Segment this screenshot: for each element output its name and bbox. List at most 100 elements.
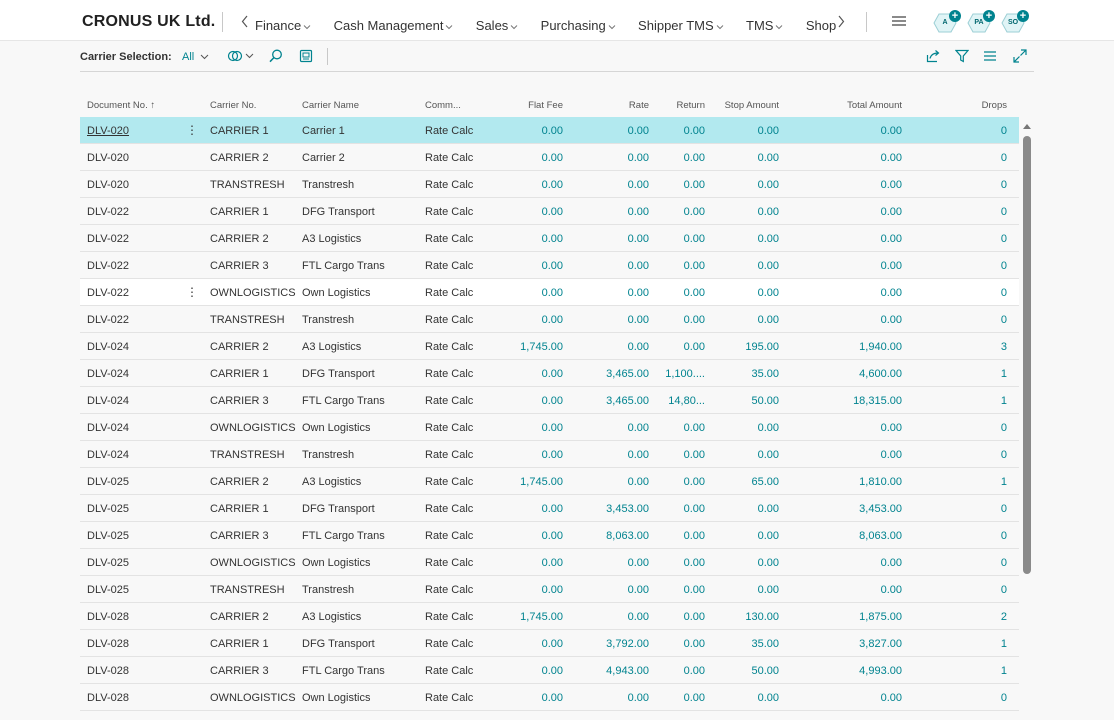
column-header-total-amount[interactable]: Total Amount bbox=[800, 100, 902, 111]
cell-carrier-name: DFG Transport bbox=[302, 638, 375, 650]
cell-total-amount: 0.00 bbox=[880, 179, 902, 191]
cell-document-no[interactable]: DLV-020 bbox=[87, 125, 129, 137]
toolbar-divider-line bbox=[80, 71, 1034, 72]
table-row[interactable]: DLV-024 CARRIER 2 A3 Logistics Rate Calc 1,7… bbox=[80, 333, 1019, 360]
cell-document-no[interactable]: DLV-025 bbox=[87, 503, 129, 515]
nav-item-finance[interactable]: Finance bbox=[255, 18, 311, 33]
cell-document-no[interactable]: DLV-024 bbox=[87, 422, 129, 434]
cell-document-no[interactable]: DLV-022 bbox=[87, 260, 129, 272]
nav-scroll-left-icon[interactable] bbox=[241, 15, 249, 28]
cell-stop-amount: 35.00 bbox=[751, 368, 779, 380]
column-header-comm[interactable]: Comm... bbox=[425, 100, 461, 111]
cell-document-no[interactable]: DLV-024 bbox=[87, 341, 129, 353]
table-row[interactable]: DLV-022 CARRIER 3 FTL Cargo Trans Rate Calc… bbox=[80, 252, 1019, 279]
column-header-carrier-name[interactable]: Carrier Name bbox=[302, 100, 359, 111]
column-header-drops[interactable]: Drops bbox=[960, 100, 1007, 111]
table-row[interactable]: DLV-024 OWNLOGISTICS Own Logistics Rate Cal… bbox=[80, 414, 1019, 441]
column-header-rate[interactable]: Rate bbox=[578, 100, 649, 111]
scroll-up-arrow-icon[interactable] bbox=[1022, 122, 1032, 130]
cell-carrier-no: CARRIER 3 bbox=[210, 530, 269, 542]
vertical-scrollbar-thumb[interactable] bbox=[1023, 136, 1031, 574]
company-name[interactable]: CRONUS UK Ltd. bbox=[82, 13, 215, 31]
table-row[interactable]: DLV-024 CARRIER 3 FTL Cargo Trans Rate Calc… bbox=[80, 387, 1019, 414]
cell-flat-fee: 0.00 bbox=[541, 233, 563, 245]
plus-icon: + bbox=[983, 10, 995, 22]
cell-carrier-no: CARRIER 3 bbox=[210, 665, 269, 677]
nav-item-shopify[interactable]: Shopify bbox=[806, 18, 837, 33]
table-row[interactable]: DLV-024 TRANSTRESH Transtresh Rate Calc 0.00… bbox=[80, 441, 1019, 468]
hamburger-menu-icon[interactable] bbox=[892, 16, 906, 26]
show-as-list-icon[interactable] bbox=[299, 49, 313, 63]
carrier-rates-table: Document No. ↑ Carrier No. Carrier Name … bbox=[80, 92, 1019, 711]
table-row[interactable]: DLV-020 TRANSTRESH Transtresh Rate Calc 0.00… bbox=[80, 171, 1019, 198]
nav-item-purchasing[interactable]: Purchasing bbox=[541, 18, 616, 33]
cell-document-no[interactable]: DLV-028 bbox=[87, 692, 129, 704]
nav-item-sales[interactable]: Sales bbox=[476, 18, 519, 33]
user-avatar-a[interactable]: A + bbox=[933, 10, 961, 33]
share-icon[interactable] bbox=[926, 49, 940, 63]
carrier-selection-dropdown[interactable]: All bbox=[182, 51, 209, 63]
table-row[interactable]: DLV-022 OWNLOGISTICS Own Logistics Rate Cal… bbox=[80, 279, 1019, 306]
filter-icon[interactable] bbox=[955, 49, 969, 63]
column-header-flat-fee[interactable]: Flat Fee bbox=[492, 100, 563, 111]
cell-document-no[interactable]: DLV-022 bbox=[87, 287, 129, 299]
cell-drops: 1 bbox=[1000, 665, 1007, 677]
cell-drops: 0 bbox=[1000, 314, 1007, 326]
table-row[interactable]: DLV-020 CARRIER 2 Carrier 2 Rate Calc 0.00 0.… bbox=[80, 144, 1019, 171]
search-icon[interactable] bbox=[269, 49, 283, 63]
cell-drops: 0 bbox=[1000, 692, 1007, 704]
cell-carrier-name: A3 Logistics bbox=[302, 341, 362, 353]
cell-document-no[interactable]: DLV-020 bbox=[87, 152, 129, 164]
cell-document-no[interactable]: DLV-025 bbox=[87, 530, 129, 542]
cell-document-no[interactable]: DLV-024 bbox=[87, 368, 129, 380]
plus-icon: + bbox=[949, 10, 961, 22]
table-row[interactable]: DLV-025 CARRIER 3 FTL Cargo Trans Rate Calc… bbox=[80, 522, 1019, 549]
cell-document-no[interactable]: DLV-024 bbox=[87, 449, 129, 461]
table-row[interactable]: DLV-025 CARRIER 1 DFG Transport Rate Calc 0.… bbox=[80, 495, 1019, 522]
table-row[interactable]: DLV-022 CARRIER 1 DFG Transport Rate Calc 0.… bbox=[80, 198, 1019, 225]
cell-document-no[interactable]: DLV-024 bbox=[87, 395, 129, 407]
table-row[interactable]: DLV-028 CARRIER 2 A3 Logistics Rate Calc 1,7… bbox=[80, 603, 1019, 630]
table-row[interactable]: DLV-028 OWNLOGISTICS Own Logistics Rate Cal… bbox=[80, 684, 1019, 711]
cell-document-no[interactable]: DLV-020 bbox=[87, 179, 129, 191]
table-row[interactable]: DLV-020 CARRIER 1 Carrier 1 Rate Calc 0.00 0.… bbox=[80, 117, 1019, 144]
chevron-down-icon bbox=[200, 54, 209, 60]
nav-scroll-right-icon[interactable] bbox=[837, 15, 845, 28]
cell-document-no[interactable]: DLV-028 bbox=[87, 665, 129, 677]
cell-document-no[interactable]: DLV-022 bbox=[87, 314, 129, 326]
cell-carrier-name: Own Logistics bbox=[302, 557, 371, 569]
nav-item-cash-management[interactable]: Cash Management bbox=[334, 18, 454, 33]
cell-document-no[interactable]: DLV-028 bbox=[87, 638, 129, 650]
nav-item-tms[interactable]: TMS bbox=[746, 18, 783, 33]
cell-document-no[interactable]: DLV-028 bbox=[87, 611, 129, 623]
cell-document-no[interactable]: DLV-025 bbox=[87, 584, 129, 596]
cell-drops: 0 bbox=[1000, 152, 1007, 164]
cell-total-amount: 18,315.00 bbox=[853, 395, 902, 407]
column-header-carrier-no[interactable]: Carrier No. bbox=[210, 100, 256, 111]
row-actions-ellipsis-icon[interactable]: ⋮ bbox=[186, 123, 198, 137]
multi-select-icon[interactable] bbox=[227, 49, 255, 63]
column-header-document-no[interactable]: Document No. ↑ bbox=[87, 100, 155, 111]
table-row[interactable]: DLV-022 TRANSTRESH Transtresh Rate Calc 0.00… bbox=[80, 306, 1019, 333]
expand-icon[interactable] bbox=[1013, 49, 1027, 63]
table-row[interactable]: DLV-024 CARRIER 1 DFG Transport Rate Calc 0.… bbox=[80, 360, 1019, 387]
table-row[interactable]: DLV-025 OWNLOGISTICS Own Logistics Rate Cal… bbox=[80, 549, 1019, 576]
cell-document-no[interactable]: DLV-025 bbox=[87, 476, 129, 488]
table-row[interactable]: DLV-028 CARRIER 1 DFG Transport Rate Calc 0.… bbox=[80, 630, 1019, 657]
table-row[interactable]: DLV-025 TRANSTRESH Transtresh Rate Calc 0.00… bbox=[80, 576, 1019, 603]
cell-document-no[interactable]: DLV-025 bbox=[87, 557, 129, 569]
cell-document-no[interactable]: DLV-022 bbox=[87, 206, 129, 218]
table-row[interactable]: DLV-025 CARRIER 2 A3 Logistics Rate Calc 1,7… bbox=[80, 468, 1019, 495]
table-row[interactable]: DLV-022 CARRIER 2 A3 Logistics Rate Calc 0.0… bbox=[80, 225, 1019, 252]
user-avatar-so[interactable]: SO + bbox=[1001, 10, 1029, 33]
cell-comm: Rate Calc bbox=[425, 503, 474, 515]
user-avatar-pa[interactable]: PA + bbox=[967, 10, 995, 33]
table-row[interactable]: DLV-028 CARRIER 3 FTL Cargo Trans Rate Calc… bbox=[80, 657, 1019, 684]
cell-carrier-no: CARRIER 1 bbox=[210, 368, 269, 380]
nav-item-shipper-tms[interactable]: Shipper TMS bbox=[638, 18, 724, 33]
cell-document-no[interactable]: DLV-022 bbox=[87, 233, 129, 245]
column-header-stop-amount[interactable]: Stop Amount bbox=[710, 100, 779, 111]
row-actions-ellipsis-icon[interactable]: ⋮ bbox=[186, 285, 198, 299]
column-header-return[interactable]: Return bbox=[657, 100, 705, 111]
list-view-icon[interactable] bbox=[983, 49, 997, 63]
